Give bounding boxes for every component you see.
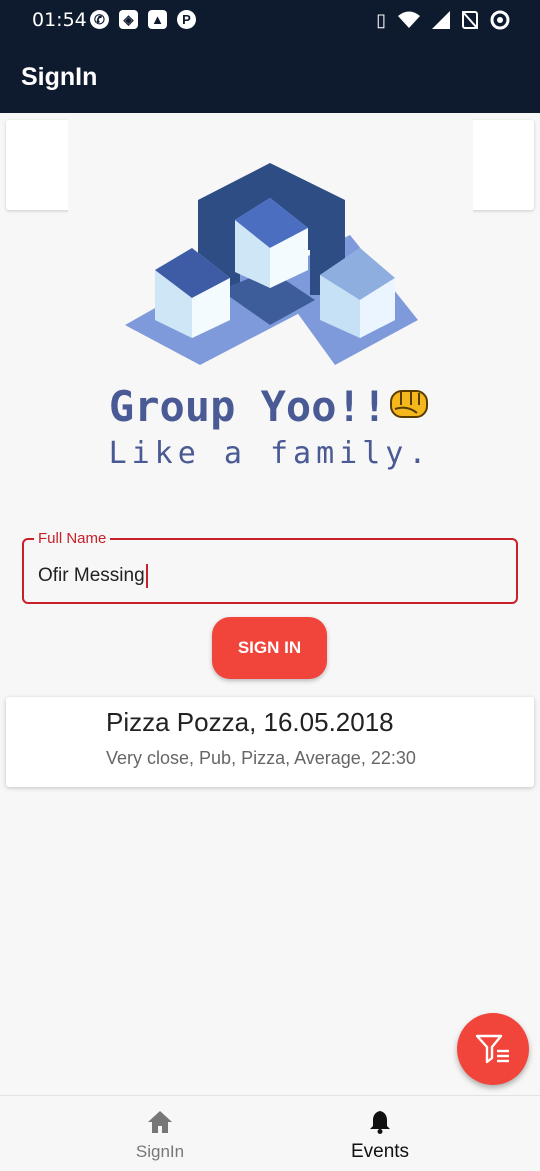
wifi-icon <box>398 11 420 28</box>
status-bar: 01:54 ✆ ◈ ▲ P ▯ <box>0 0 540 40</box>
notification-icons: ✆ ◈ ▲ P <box>90 10 196 29</box>
full-name-label: Full Name <box>34 530 111 547</box>
data-saver-icon <box>490 10 510 30</box>
nav-item-events[interactable]: Events <box>245 1096 515 1171</box>
bell-icon <box>370 1111 390 1134</box>
status-time: 01:54 <box>32 9 87 31</box>
vibrate-icon: ▯ <box>376 10 386 30</box>
brand-tagline: Like a family. <box>108 436 432 471</box>
page-title: SignIn <box>21 63 98 91</box>
brand-text: Group Yoo!! <box>108 382 388 431</box>
home-icon <box>148 1111 172 1133</box>
event-title: Pizza Pozza, 16.05.2018 <box>106 707 394 737</box>
signal-icon <box>432 11 450 29</box>
sign-in-button[interactable]: SIGN IN <box>212 617 327 679</box>
image-icon: ▲ <box>148 10 167 29</box>
full-name-field[interactable]: Full Name Ofir Messing <box>22 530 518 604</box>
parking-icon: P <box>177 10 196 29</box>
whatsapp-icon: ✆ <box>90 10 109 29</box>
nav-label-events: Events <box>350 1141 410 1162</box>
app-bar: SignIn <box>0 40 540 113</box>
fist-emoji-icon <box>390 390 429 418</box>
full-name-input[interactable]: Ofir Messing <box>38 564 148 588</box>
filter-fab-button[interactable] <box>457 1013 529 1085</box>
system-icons: ▯ <box>376 9 510 31</box>
maps-icon: ◈ <box>119 10 138 29</box>
full-name-value: Ofir Messing <box>38 565 145 586</box>
filter-list-icon <box>475 1034 509 1064</box>
houses-logo-icon <box>125 163 418 365</box>
event-details: Very close, Pub, Pizza, Average, 22:30 <box>106 748 416 768</box>
bottom-navigation: SignIn Events <box>0 1095 540 1171</box>
event-card[interactable]: Pizza Pozza, 16.05.2018 Very close, Pub,… <box>6 697 534 787</box>
brand-title: Group Yoo!! <box>0 382 540 431</box>
text-caret <box>145 564 148 588</box>
no-sim-icon <box>462 11 478 29</box>
